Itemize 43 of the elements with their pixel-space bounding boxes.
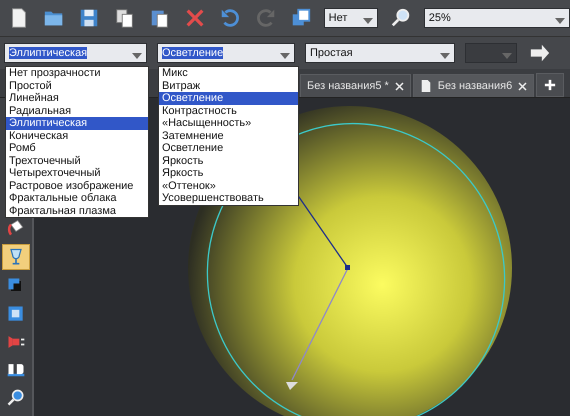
blend-mode-option[interactable]: Контрастность [159, 104, 298, 117]
blend-mode-option[interactable]: Затемнение [159, 130, 298, 142]
view-combo[interactable]: Нет [324, 8, 378, 28]
transparency-mode-combo[interactable]: Осветление [157, 43, 295, 63]
add-tab-button[interactable] [536, 73, 564, 97]
transparency-type-option[interactable]: Линейная [6, 92, 148, 104]
zoom-combo[interactable]: 25% [424, 8, 570, 28]
transparency-type-option[interactable]: Трехточечный [6, 154, 148, 167]
transparency-type-option[interactable]: Эллиптическая [6, 117, 148, 130]
transparency-type-option[interactable]: Ромб [6, 142, 148, 154]
transparency-type-combo[interactable]: Эллиптическая [4, 43, 147, 63]
blend-mode-option[interactable]: Осветление [159, 142, 298, 154]
transparency-type-option[interactable]: Растровое изображение [6, 180, 148, 192]
wine-glass-icon[interactable] [2, 244, 30, 270]
transparency-type-option[interactable]: Простой [6, 80, 148, 92]
transparency-shape-combo[interactable]: Простая [305, 43, 455, 63]
caret-icon[interactable] [554, 18, 565, 24]
blend-mode-option[interactable]: «Оттенок» [159, 180, 298, 192]
tab-title: Без названия5 * [307, 80, 389, 92]
caret-icon[interactable] [280, 53, 290, 59]
blend-mode-option[interactable]: Микс [159, 67, 298, 80]
blend-mode-option[interactable]: Осветление [159, 92, 298, 104]
caret-icon[interactable] [363, 18, 374, 24]
caret-icon[interactable] [440, 53, 450, 59]
close-icon[interactable] [518, 82, 528, 90]
transparency-type-option[interactable]: Коническая [6, 130, 148, 142]
plus-icon[interactable] [544, 79, 556, 91]
document-tab[interactable]: Без названия6 [412, 74, 534, 97]
document-icon [420, 79, 432, 93]
document-tab[interactable]: Без названия5 * [300, 74, 411, 97]
transparency-type-option[interactable]: Четырехточечный [6, 167, 148, 180]
transparency-type-option[interactable]: Радиальная [6, 104, 148, 117]
blend-mode-option[interactable]: Яркость [159, 167, 298, 180]
tab-title: Без названия6 [438, 80, 512, 92]
transparency-type-option[interactable]: Фрактальная плазма [6, 204, 148, 217]
blend-mode-option[interactable]: Яркость [159, 154, 298, 167]
transparency-type-option[interactable]: Фрактальные облака [6, 192, 148, 204]
close-icon[interactable] [394, 82, 404, 90]
blend-mode-option[interactable]: Витраж [159, 80, 298, 92]
caret-icon[interactable] [132, 53, 142, 59]
blend-mode-option[interactable]: «Насыщенность» [159, 117, 298, 130]
transparency-type-option[interactable]: Нет прозрачности [6, 67, 148, 80]
blend-mode-option[interactable]: Усовершенствовать [159, 192, 298, 204]
